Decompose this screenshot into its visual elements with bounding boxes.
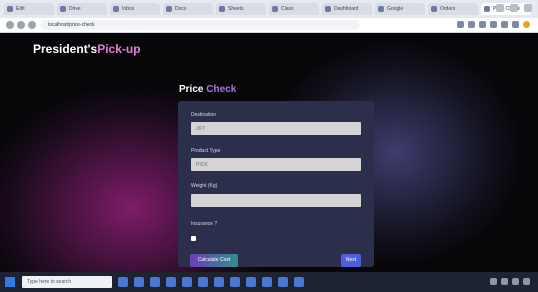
browser-tab-bar: Edit Drive Inbox Docs Sheets Class Dashb… bbox=[0, 0, 538, 18]
favicon-icon bbox=[7, 6, 13, 12]
browser-tab[interactable]: Orders bbox=[428, 3, 478, 15]
calculate-cost-button[interactable]: Calculate Cost bbox=[190, 254, 238, 267]
browser-tab[interactable]: Edit bbox=[4, 3, 54, 15]
favicon-icon bbox=[60, 6, 66, 12]
app-icon[interactable] bbox=[198, 277, 208, 287]
tab-strip: Edit Drive Inbox Docs Sheets Class Dashb… bbox=[4, 3, 534, 15]
back-icon[interactable] bbox=[6, 21, 14, 29]
app-icon[interactable] bbox=[182, 277, 192, 287]
battery-icon[interactable] bbox=[512, 278, 519, 285]
next-button[interactable]: Next bbox=[341, 254, 361, 267]
tab-label: Orders bbox=[440, 6, 456, 12]
extension-icon[interactable] bbox=[501, 21, 508, 28]
url-field[interactable]: localhost/price-check bbox=[40, 20, 360, 30]
taskbar-apps bbox=[118, 277, 304, 287]
window-controls bbox=[496, 4, 532, 12]
network-icon[interactable] bbox=[490, 278, 497, 285]
browser-tab[interactable]: Google bbox=[375, 3, 425, 15]
browser-tab[interactable]: Inbox bbox=[110, 3, 160, 15]
extension-icon[interactable] bbox=[490, 21, 497, 28]
app-icon[interactable] bbox=[262, 277, 272, 287]
favicon-icon bbox=[431, 6, 437, 12]
volume-icon[interactable] bbox=[501, 278, 508, 285]
browser-tab[interactable]: Class bbox=[269, 3, 319, 15]
browser-tab[interactable]: Drive bbox=[57, 3, 107, 15]
windows-start-icon[interactable] bbox=[5, 277, 15, 287]
product-type-label: Product Type bbox=[191, 148, 221, 154]
weight-input[interactable] bbox=[191, 194, 361, 207]
app-icon[interactable] bbox=[294, 277, 304, 287]
app-icon[interactable] bbox=[166, 277, 176, 287]
tab-label: Inbox bbox=[122, 6, 135, 12]
forward-icon[interactable] bbox=[17, 21, 25, 29]
title-primary: Price bbox=[179, 84, 204, 95]
system-tray bbox=[490, 278, 530, 285]
browser-tab[interactable]: Sheets bbox=[216, 3, 266, 15]
tab-label: Sheets bbox=[228, 6, 244, 12]
tab-label: Drive bbox=[69, 6, 81, 12]
reload-icon[interactable] bbox=[28, 21, 36, 29]
destination-label: Destination bbox=[191, 112, 217, 118]
brand-primary: President's bbox=[33, 42, 98, 56]
extension-icons bbox=[457, 21, 530, 28]
app-icon[interactable] bbox=[134, 277, 144, 287]
insurance-checkbox[interactable] bbox=[191, 236, 196, 241]
page-content: President'sPick-up Price Check Destinati… bbox=[0, 33, 538, 272]
minimize-icon[interactable] bbox=[496, 4, 504, 12]
price-check-form: Destination Product Type Weight (Kg) Ins… bbox=[178, 101, 374, 267]
app-icon[interactable] bbox=[246, 277, 256, 287]
taskbar: Type here to search bbox=[0, 272, 538, 292]
favicon-icon bbox=[219, 6, 225, 12]
browser-tab[interactable]: Dashboard bbox=[322, 3, 372, 15]
insurance-label: Insurance ? bbox=[191, 221, 218, 227]
product-type-input[interactable] bbox=[191, 158, 361, 171]
close-icon[interactable] bbox=[524, 4, 532, 12]
favicon-icon bbox=[272, 6, 278, 12]
favicon-icon bbox=[484, 6, 490, 12]
favicon-icon bbox=[113, 6, 119, 12]
favicon-icon bbox=[378, 6, 384, 12]
app-icon[interactable] bbox=[278, 277, 288, 287]
tab-label: Edit bbox=[16, 6, 25, 12]
app-icon[interactable] bbox=[230, 277, 240, 287]
extension-icon[interactable] bbox=[512, 21, 519, 28]
maximize-icon[interactable] bbox=[510, 4, 518, 12]
profile-avatar[interactable] bbox=[523, 21, 530, 28]
brand-accent: Pick-up bbox=[97, 42, 141, 56]
app-icon[interactable] bbox=[150, 277, 160, 287]
browser-tab[interactable]: Docs bbox=[163, 3, 213, 15]
brand-logo[interactable]: President'sPick-up bbox=[33, 42, 141, 56]
favicon-icon bbox=[325, 6, 331, 12]
tab-label: Docs bbox=[175, 6, 187, 12]
notification-icon[interactable] bbox=[523, 278, 530, 285]
title-accent: Check bbox=[206, 84, 237, 95]
tab-label: Dashboard bbox=[334, 6, 359, 12]
tab-label: Google bbox=[387, 6, 404, 12]
tab-label: Class bbox=[281, 6, 294, 12]
app-icon[interactable] bbox=[214, 277, 224, 287]
extension-icon[interactable] bbox=[457, 21, 464, 28]
extension-icon[interactable] bbox=[479, 21, 486, 28]
page-title: Price Check bbox=[179, 84, 236, 95]
address-bar: localhost/price-check bbox=[0, 18, 538, 33]
taskbar-search[interactable]: Type here to search bbox=[22, 276, 112, 288]
extension-icon[interactable] bbox=[468, 21, 475, 28]
favicon-icon bbox=[166, 6, 172, 12]
weight-label: Weight (Kg) bbox=[191, 183, 218, 189]
app-icon[interactable] bbox=[118, 277, 128, 287]
destination-input[interactable] bbox=[191, 122, 361, 135]
